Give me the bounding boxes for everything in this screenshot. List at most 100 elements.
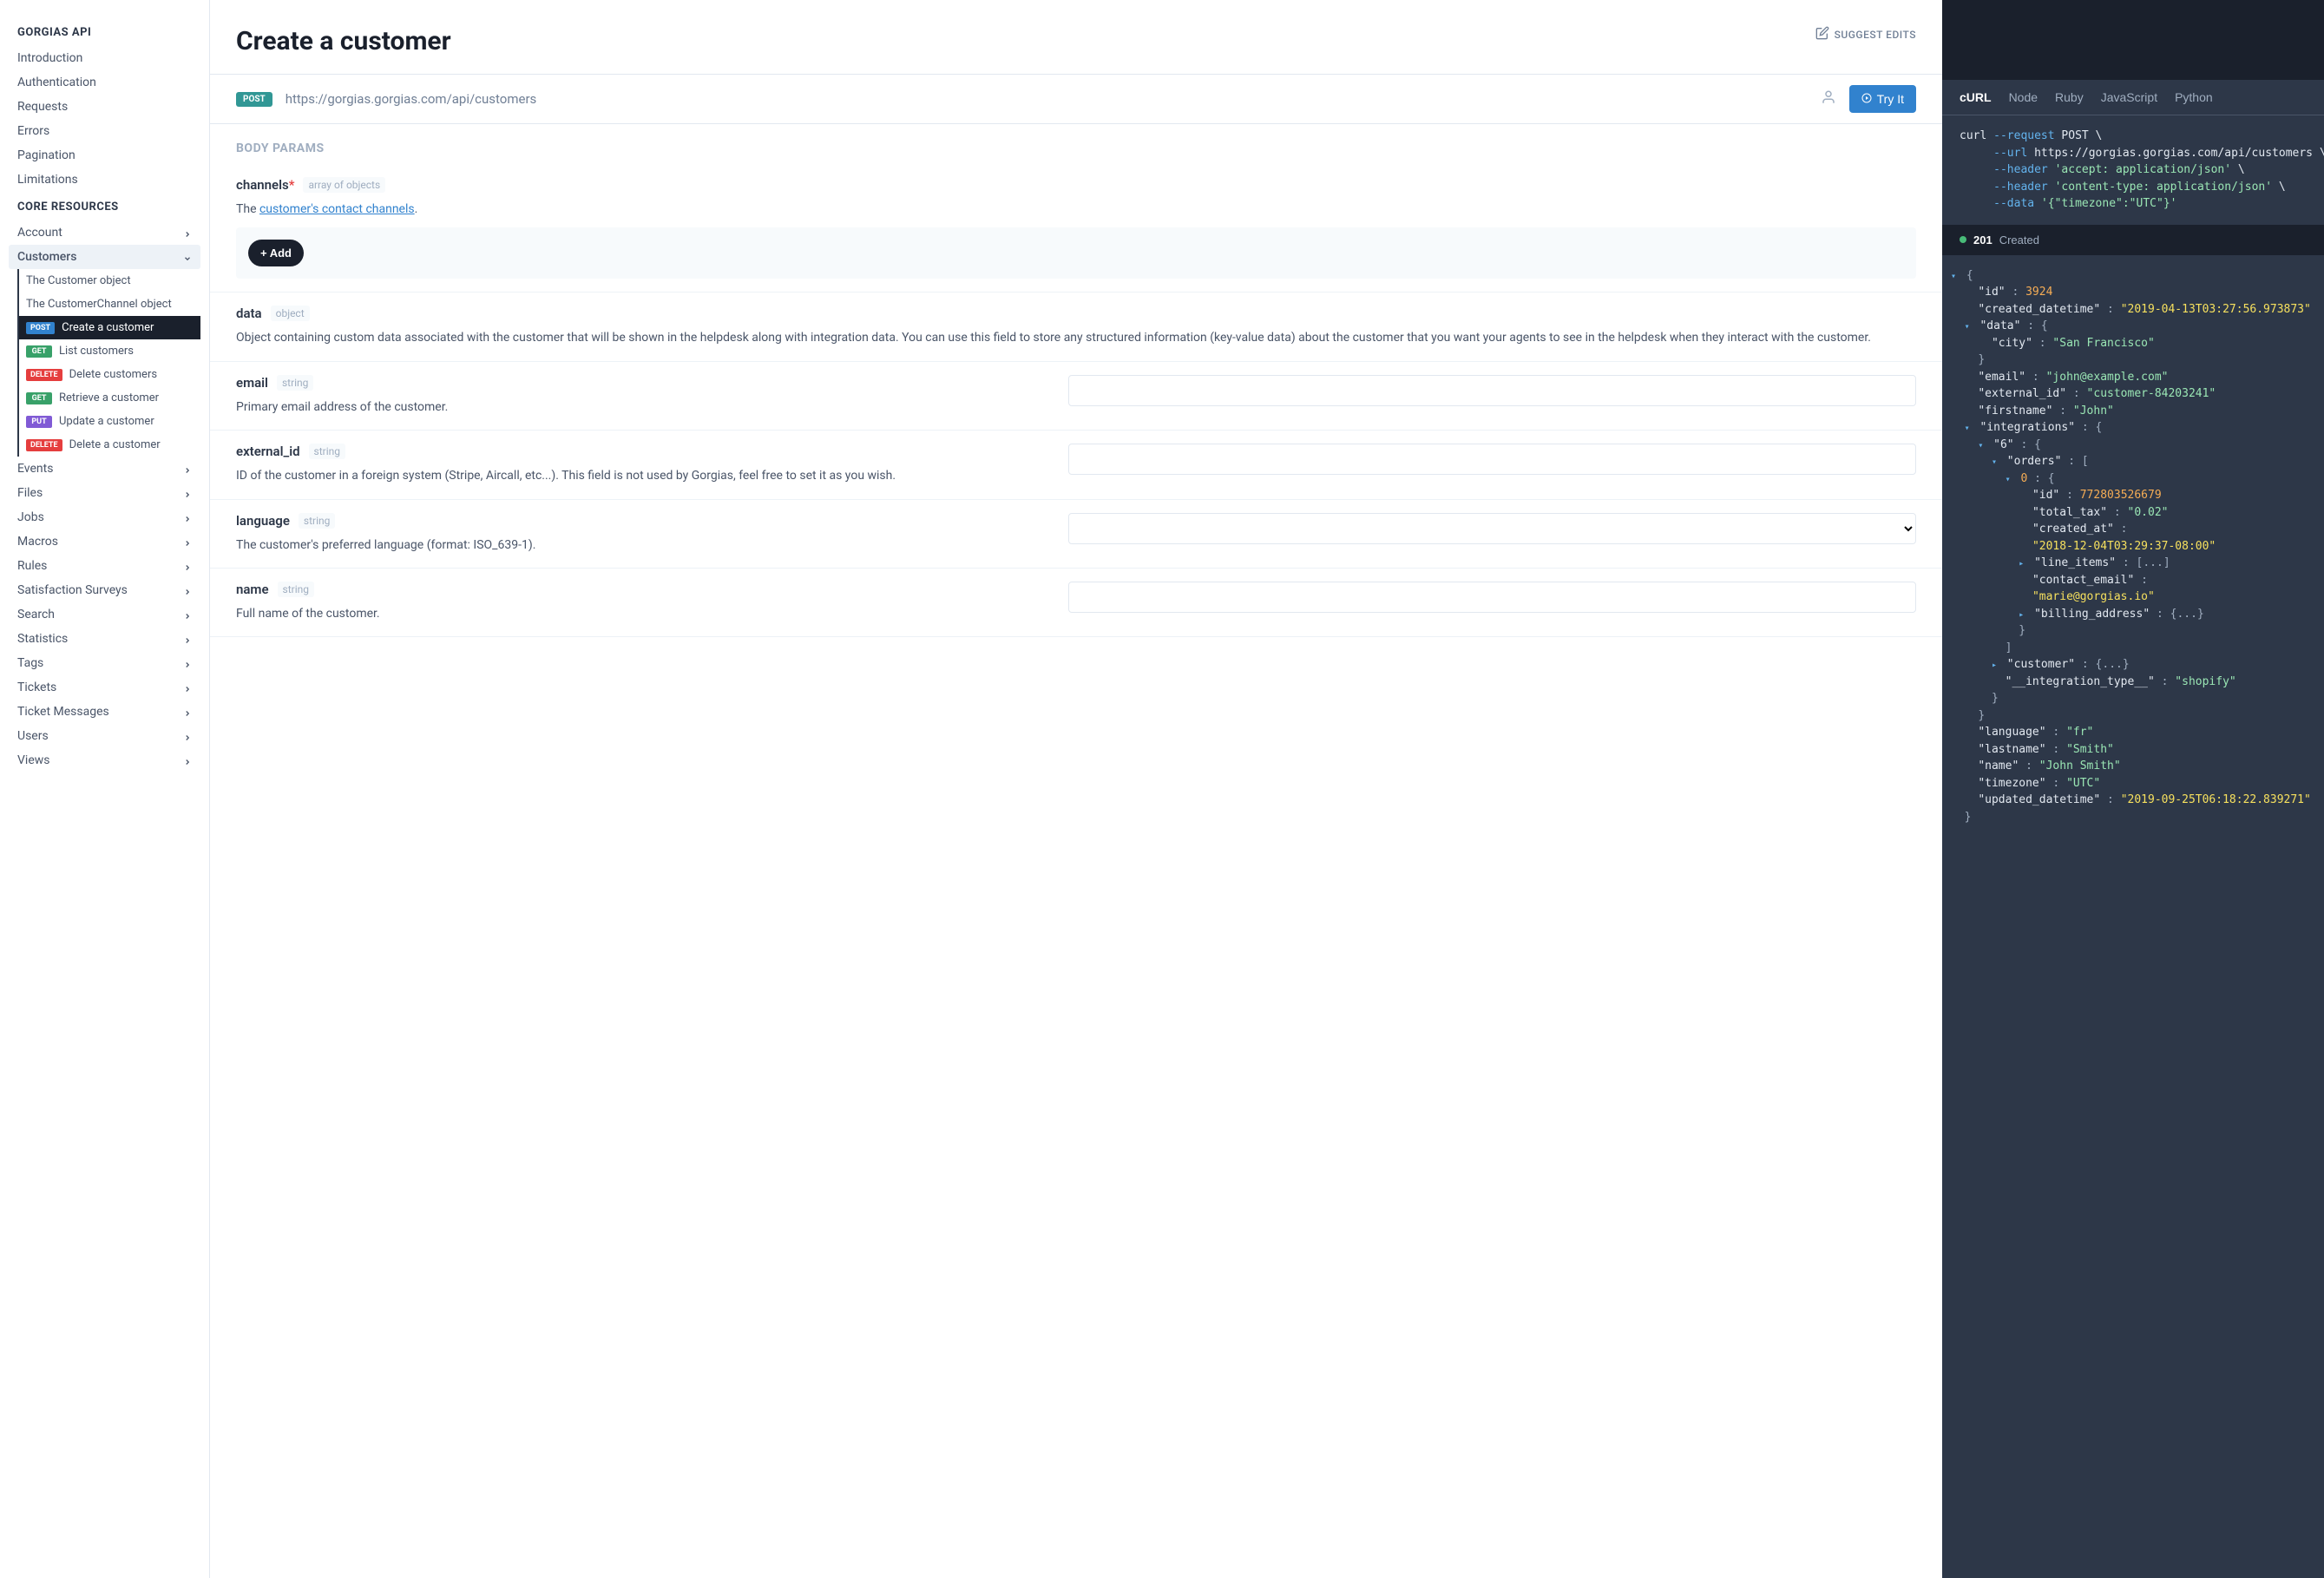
sidebar-item[interactable]: Tickets: [9, 675, 200, 700]
chevron-right-icon: [183, 732, 192, 740]
sidebar-item[interactable]: Events: [9, 457, 200, 481]
sidebar-item[interactable]: Files: [9, 481, 200, 505]
email-input[interactable]: [1068, 375, 1916, 406]
sidebar-item-label: Statistics: [17, 632, 68, 646]
param-type: string: [277, 375, 313, 391]
subnav-item[interactable]: DELETEDelete customers: [19, 363, 200, 386]
sidebar-item-label: Events: [17, 462, 53, 476]
user-icon[interactable]: [1821, 89, 1836, 108]
play-icon: [1861, 92, 1872, 106]
chevron-right-icon: [183, 228, 192, 237]
name-input[interactable]: [1068, 582, 1916, 613]
param-email: email string Primary email address of th…: [210, 362, 1942, 431]
subnav-label: Delete customers: [69, 368, 157, 381]
param-name: name: [236, 582, 269, 597]
code-tab[interactable]: cURL: [1960, 90, 1992, 104]
sidebar-item[interactable]: Ticket Messages: [9, 700, 200, 724]
chevron-right-icon: [183, 634, 192, 643]
sidebar-item-label: Files: [17, 486, 43, 500]
code-tab[interactable]: Node: [2009, 90, 2038, 104]
param-type: string: [278, 582, 314, 597]
external-id-input[interactable]: [1068, 444, 1916, 475]
param-external-id: external_id string ID of the customer in…: [210, 431, 1942, 499]
sidebar-item-account[interactable]: Account: [9, 220, 200, 245]
chevron-right-icon: [183, 562, 192, 570]
param-link[interactable]: customer's contact channels: [259, 202, 415, 216]
tree-toggle-icon[interactable]: ▸: [2019, 557, 2027, 570]
tree-toggle-icon[interactable]: ▸: [1992, 659, 2000, 672]
code-tab[interactable]: JavaScript: [2101, 90, 2157, 104]
param-type: string: [309, 444, 345, 459]
tree-toggle-icon[interactable]: ▾: [1965, 320, 1973, 333]
sidebar-item-customers[interactable]: Customers: [9, 245, 200, 269]
code-tab[interactable]: Ruby: [2055, 90, 2084, 104]
subnav-item[interactable]: The CustomerChannel object: [19, 293, 200, 316]
status-text: Created: [1999, 233, 2039, 247]
tree-toggle-icon[interactable]: ▾: [1965, 422, 1973, 435]
param-name: language: [236, 513, 290, 529]
sidebar-section-api: GORGIAS API: [9, 17, 200, 46]
param-type: object: [271, 306, 310, 321]
sidebar-item[interactable]: Limitations: [9, 168, 200, 192]
curl-code: curl --request POST \ --url https://gorg…: [1942, 115, 2324, 225]
code-spacer: [1942, 0, 2324, 80]
sidebar-item[interactable]: Users: [9, 724, 200, 748]
sidebar-item[interactable]: Tags: [9, 651, 200, 675]
subnav-label: Update a customer: [59, 415, 154, 428]
response-status-bar[interactable]: 201 Created: [1942, 225, 2324, 255]
sidebar-item-label: Satisfaction Surveys: [17, 583, 128, 597]
chevron-right-icon: [183, 489, 192, 497]
subnav-item[interactable]: GETRetrieve a customer: [19, 386, 200, 410]
tree-toggle-icon[interactable]: ▾: [2006, 473, 2014, 486]
tree-toggle-icon[interactable]: ▸: [2019, 608, 2027, 621]
sidebar-item[interactable]: Satisfaction Surveys: [9, 578, 200, 602]
subnav-item[interactable]: The Customer object: [19, 269, 200, 293]
sidebar-item-label: Tickets: [17, 681, 56, 694]
code-tabs: cURL Node Ruby JavaScript Python: [1942, 80, 2324, 115]
tree-toggle-icon[interactable]: ▾: [1992, 456, 2000, 469]
subnav-item[interactable]: POSTCreate a customer: [19, 316, 200, 339]
try-it-button[interactable]: Try It: [1849, 85, 1916, 113]
param-name-block: name string Full name of the customer.: [210, 569, 1942, 637]
subnav-label: Retrieve a customer: [59, 391, 159, 404]
sidebar-item[interactable]: Authentication: [9, 70, 200, 95]
suggest-edits-button[interactable]: SUGGEST EDITS: [1815, 26, 1916, 43]
chevron-down-icon: [183, 253, 192, 261]
subnav-item[interactable]: DELETEDelete a customer: [19, 433, 200, 457]
sidebar-item[interactable]: Jobs: [9, 505, 200, 529]
sidebar-item[interactable]: Errors: [9, 119, 200, 143]
sidebar-item[interactable]: Pagination: [9, 143, 200, 168]
status-code: 201: [1973, 233, 1992, 247]
sidebar-item-label: Ticket Messages: [17, 705, 109, 719]
sidebar-item[interactable]: Introduction: [9, 46, 200, 70]
json-response: ▾ { "id" : 3924 "created_datetime" : "20…: [1942, 255, 2324, 838]
sidebar-item[interactable]: Statistics: [9, 627, 200, 651]
param-desc: Full name of the customer.: [236, 604, 1042, 623]
sidebar-item-label: Account: [17, 226, 62, 240]
sidebar-item[interactable]: Rules: [9, 554, 200, 578]
sidebar-item[interactable]: Search: [9, 602, 200, 627]
sidebar-item[interactable]: Requests: [9, 95, 200, 119]
method-badge: DELETE: [26, 439, 62, 451]
sidebar: GORGIAS API IntroductionAuthenticationRe…: [0, 0, 210, 1578]
chevron-right-icon: [183, 586, 192, 595]
subnav-item[interactable]: PUTUpdate a customer: [19, 410, 200, 433]
param-desc: ID of the customer in a foreign system (…: [236, 466, 1042, 485]
language-select[interactable]: [1068, 513, 1916, 544]
code-tab[interactable]: Python: [2175, 90, 2213, 104]
chevron-right-icon: [183, 659, 192, 667]
sidebar-item-label: Views: [17, 753, 50, 767]
param-type: string: [299, 513, 335, 529]
param-desc: The customer's contact channels.: [236, 200, 1916, 219]
add-button[interactable]: + Add: [248, 240, 304, 266]
chevron-right-icon: [183, 537, 192, 546]
status-dot-icon: [1960, 236, 1966, 243]
endpoint-method-badge: POST: [236, 92, 272, 107]
tree-toggle-icon[interactable]: ▾: [1978, 439, 1986, 452]
subnav-item[interactable]: GETList customers: [19, 339, 200, 363]
chevron-right-icon: [183, 464, 192, 473]
sidebar-item[interactable]: Macros: [9, 529, 200, 554]
tree-toggle-icon[interactable]: ▾: [1951, 270, 1960, 283]
code-panel: cURL Node Ruby JavaScript Python curl --requ…: [1942, 0, 2324, 1578]
sidebar-item[interactable]: Views: [9, 748, 200, 773]
